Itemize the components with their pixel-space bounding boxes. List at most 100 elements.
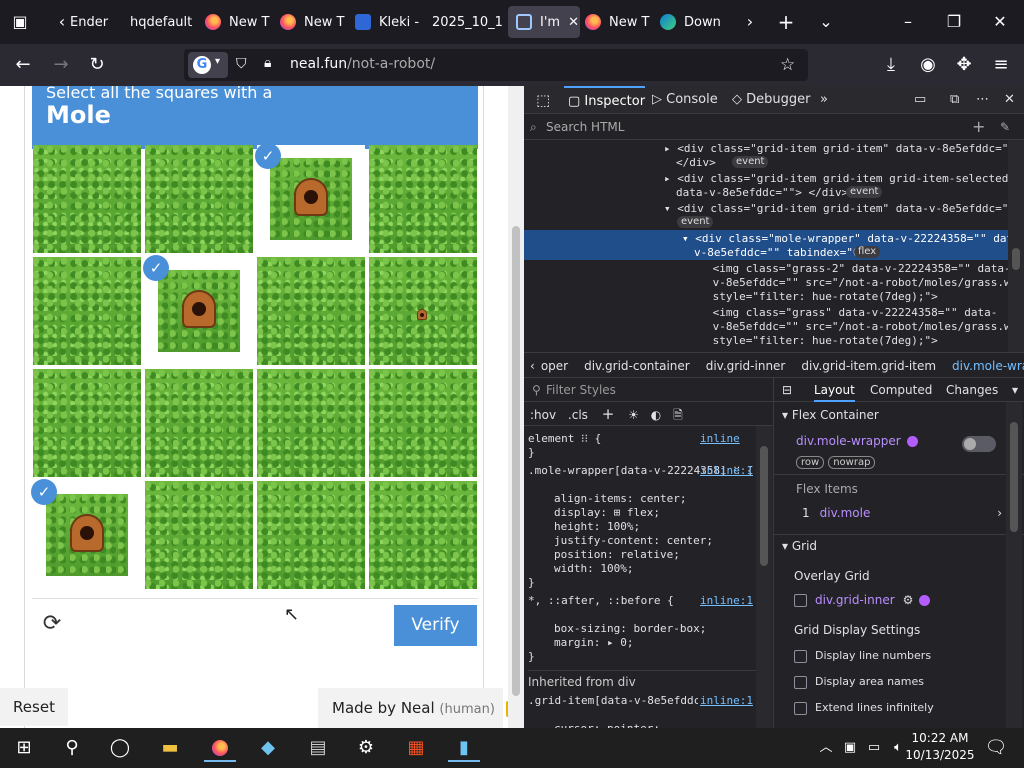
breadcrumb-item[interactable]: div.grid-container <box>584 359 690 373</box>
css-source-link[interactable]: inline <box>700 432 756 446</box>
more-tools-icon[interactable]: » <box>820 86 828 114</box>
html-node-line[interactable]: <img class="grass" data-v-22224358="" da… <box>664 306 1009 320</box>
tab[interactable]: hqdefault <box>130 6 196 38</box>
html-node-line[interactable]: </div> <box>664 156 1009 170</box>
captcha-tile[interactable] <box>145 145 253 253</box>
system-clock[interactable]: 10:22 AM 10/13/2025 <box>905 730 975 764</box>
grid-color-dot[interactable] <box>919 595 931 606</box>
app-icon[interactable]: ◆ <box>252 734 284 762</box>
css-property[interactable]: display: ⊞ flex; <box>554 506 754 520</box>
downloads-icon[interactable]: ⤓ <box>880 54 902 76</box>
element-picker-icon[interactable]: ⬚ <box>536 86 550 114</box>
html-node-line[interactable]: v-8e5efddc="" src="/not-a-robot/moles/gr… <box>664 320 1009 334</box>
made-by-credit[interactable]: Made by Neal (human) <box>318 688 516 728</box>
grid-option-checkbox[interactable] <box>794 701 807 715</box>
event-badge[interactable]: event <box>677 216 714 228</box>
captcha-tile[interactable] <box>369 145 477 253</box>
tab-changes[interactable]: Changes <box>946 378 998 402</box>
add-node-icon[interactable]: + <box>972 114 985 140</box>
list-all-tabs-icon[interactable]: ⌄ <box>816 12 836 32</box>
tab[interactable]: Ender <box>70 6 128 38</box>
photos-icon[interactable]: ▤ <box>302 734 334 762</box>
start-icon[interactable]: ⊞ <box>8 734 40 762</box>
minimize-icon[interactable]: – <box>898 12 918 32</box>
extensions-icon[interactable]: ✥ <box>953 54 975 76</box>
captcha-tile[interactable]: ✓ <box>143 255 253 365</box>
captcha-tile[interactable] <box>145 369 253 477</box>
markup-scrollbar[interactable] <box>1008 140 1024 352</box>
rules-scrollbar-thumb[interactable] <box>760 446 768 566</box>
file-explorer-icon[interactable]: ▬ <box>154 734 186 762</box>
html-node-line[interactable]: style="filter: hue-rotate(7deg);"> <box>664 290 1009 304</box>
tab[interactable]: New T <box>585 6 655 38</box>
flex-container-element[interactable]: div.mole-wrapper <box>796 434 918 448</box>
captcha-tile[interactable] <box>369 257 477 365</box>
maximize-icon[interactable]: ❐ <box>944 12 964 32</box>
css-property[interactable]: box-sizing: border-box; <box>554 622 754 636</box>
scrollbar-thumb[interactable] <box>512 226 520 696</box>
html-node-line[interactable]: style="filter: hue-rotate(7deg);"> <box>664 334 1009 348</box>
overlay-grid-item[interactable]: div.grid-inner ⚙ <box>794 593 931 607</box>
account-icon[interactable]: ◉ <box>917 54 939 76</box>
html-node-line[interactable]: ▸ <div class="grid-item grid-item grid-i… <box>664 172 1009 186</box>
devtools-menu-icon[interactable]: ⋯ <box>976 86 989 114</box>
grid-settings-icon[interactable]: ⚙ <box>903 593 914 607</box>
menu-icon[interactable]: ≡ <box>990 54 1012 76</box>
store-icon[interactable]: ▦ <box>400 734 432 762</box>
event-badge[interactable]: event <box>732 156 769 168</box>
captcha-tile[interactable] <box>145 481 253 589</box>
search-icon[interactable]: ⚲ <box>56 734 88 762</box>
notifications-icon[interactable]: 🗨︎ <box>980 734 1012 762</box>
dark-mode-icon[interactable]: ◐ <box>651 408 661 422</box>
layout-scrollbar[interactable] <box>1006 402 1022 728</box>
scroll-tabs-right-icon[interactable]: › <box>740 12 760 32</box>
cls-toggle[interactable]: .cls <box>568 408 588 422</box>
captcha-tile[interactable] <box>33 369 141 477</box>
new-tab-icon[interactable]: + <box>776 12 796 32</box>
close-devtools-icon[interactable]: ✕ <box>1004 86 1015 114</box>
lock-icon[interactable]: 🔒︎ <box>264 55 271 71</box>
html-node-line[interactable]: ▾ <div class="grid-item grid-item" data-… <box>664 202 1009 216</box>
flex-badge[interactable]: flex <box>854 246 881 258</box>
bookmark-star-icon[interactable]: ☆ <box>780 55 795 75</box>
grid-option[interactable]: Display area names <box>794 675 924 689</box>
captcha-tile[interactable] <box>33 257 141 365</box>
overlay-grid-checkbox[interactable] <box>794 594 807 607</box>
rules-scrollbar[interactable] <box>756 426 772 728</box>
css-property[interactable]: height: 100%; <box>554 520 754 534</box>
layout-scrollbar-thumb[interactable] <box>1010 422 1018 532</box>
html-node-line[interactable]: <img class="grass-2" data-v-22224358="" … <box>664 262 1009 276</box>
flex-highlight-dot[interactable] <box>906 436 918 447</box>
html-node-line[interactable]: v-8e5efddc="" tabindex="0"> <box>664 246 1009 260</box>
tab-inspector[interactable]: ▢ Inspector <box>564 86 646 114</box>
toggle-sidebar-icon[interactable]: ⊟ <box>782 378 792 402</box>
task-view-icon[interactable]: ◯ <box>104 734 136 762</box>
filter-styles-input[interactable]: ⚲ Filter Styles <box>524 378 773 402</box>
tab-overview-icon[interactable]: ▣ <box>10 12 30 32</box>
tab[interactable]: Down <box>660 6 730 38</box>
add-rule-icon[interactable]: + <box>602 405 615 423</box>
flex-item-row[interactable]: 1 div.mole › <box>802 506 1002 520</box>
tab-layout[interactable]: Layout <box>814 378 855 402</box>
markup-scrollbar-thumb[interactable] <box>1012 248 1020 270</box>
settings-icon[interactable]: ⚙ <box>350 734 382 762</box>
url-text[interactable]: neal.fun/not-a-robot/ <box>290 56 435 72</box>
css-property[interactable]: width: 100%; <box>554 562 754 576</box>
pinned-app-icon[interactable]: ▮ <box>448 734 480 762</box>
breadcrumb-item[interactable]: div.mole-wrapper <box>952 359 1024 373</box>
html-node-line[interactable]: data-v-8e5efddc=""> </div> <box>664 186 1009 200</box>
html-node-line[interactable]: ▾ <div class="mole-wrapper" data-v-22224… <box>664 232 1009 246</box>
captcha-tile[interactable]: ✓ <box>255 143 365 253</box>
css-source-link[interactable]: inline:1 <box>700 694 756 708</box>
grid-option-checkbox[interactable] <box>794 649 807 663</box>
eyedropper-icon[interactable]: ✎ <box>1000 114 1010 140</box>
crumb-scroll-left-icon[interactable]: ‹ <box>530 359 535 373</box>
dock-icon[interactable]: ⧉ <box>950 86 959 114</box>
captcha-tile[interactable] <box>33 145 141 253</box>
grid-option[interactable]: Extend lines infinitely <box>794 701 934 715</box>
event-badge[interactable]: event <box>846 186 883 198</box>
captcha-tile[interactable] <box>369 369 477 477</box>
html-node-line[interactable]: v-8e5efddc="" src="/not-a-robot/moles/gr… <box>664 276 1009 290</box>
captcha-tile[interactable] <box>257 481 365 589</box>
hov-toggle[interactable]: :hov <box>530 408 556 422</box>
